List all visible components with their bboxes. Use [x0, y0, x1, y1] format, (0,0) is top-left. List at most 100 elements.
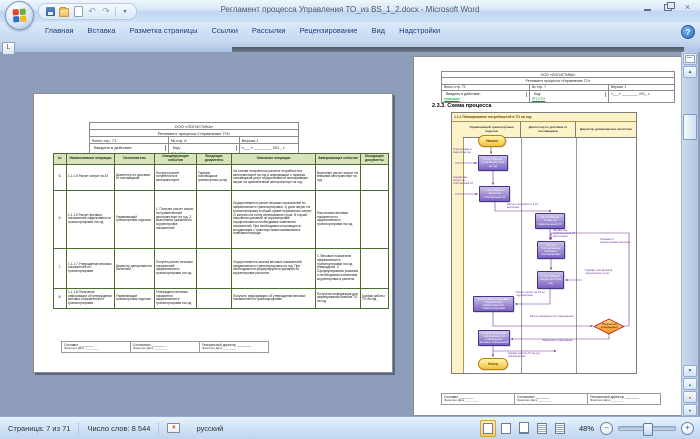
table-cell: Осуществляется расчет весовых показателе… [232, 190, 316, 248]
table-cell: Утверждены весовые показатели эффективно… [155, 288, 197, 308]
table-cell: На основе полученного расчета потребност… [232, 164, 316, 190]
tab-stop-selector[interactable]: L [2, 42, 15, 55]
zoom-level-label[interactable]: 48% [570, 424, 598, 433]
table-cell: Выполнен расчет затрат на внешний автотр… [316, 164, 361, 190]
ruler-icon [685, 55, 695, 63]
header-effective: Введено в действие: приказом [442, 91, 530, 102]
next-page-button[interactable]: ▼ [683, 404, 697, 416]
edge-label: Указания о корректировке расчетов [600, 239, 632, 245]
view-outline-button[interactable] [534, 420, 550, 437]
minimize-button[interactable] [641, 3, 654, 12]
table-cell: Рассчитаны весовые показатели по эффекти… [316, 190, 361, 248]
process-flowchart: 1.1.1 Планирование потребностей в ТО на … [451, 112, 637, 374]
view-web-layout-button[interactable] [516, 420, 532, 437]
undo-button[interactable]: ↶ [87, 7, 97, 17]
tab-review[interactable]: Рецензирование [293, 23, 365, 39]
view-fullscreen-reading-button[interactable] [498, 420, 514, 437]
flow-node-op1: 1.1.1.1 Расчет потребности в АТ на год [478, 155, 508, 171]
restore-button[interactable] [661, 3, 674, 12]
table-cell: Получен расчет потребности в автотранспо… [155, 164, 197, 190]
restore-icon [664, 4, 672, 11]
view-print-layout-button[interactable] [480, 420, 496, 437]
table-column-header: № [54, 154, 67, 165]
table-cell: 1.1.1.7 Утверждение весовых показателей … [67, 248, 115, 288]
table-column-header: Наименование операции [67, 154, 115, 165]
office-button[interactable] [5, 1, 34, 30]
header-total-pages: Всего стр. 71 [90, 137, 169, 143]
table-cell: Тарифы поставщиков транспортных услуг [197, 164, 232, 190]
signature-cell: Составил ________Фамилия Дата ________ [61, 341, 131, 353]
doc-title: Регламент процесса «Управление ТО» [90, 130, 298, 137]
status-bar: Страница: 7 из 71 Число слов: 8 544 × ру… [0, 416, 700, 439]
header-page-no: № стр. 7 [530, 85, 609, 90]
edge-label: Нормативы затрат на собственный АТ [453, 177, 476, 186]
ribbon-tab-row: Главная Вставка Разметка страницы Ссылки… [0, 22, 700, 40]
proofing-status[interactable]: × [159, 423, 188, 433]
tab-home[interactable]: Главная [38, 23, 81, 39]
zoom-out-button[interactable]: – [600, 422, 613, 435]
new-document-button[interactable] [73, 7, 83, 17]
open-folder-icon [59, 8, 69, 17]
signature-block: Составил ________Фамилия Дата ________Со… [61, 341, 269, 353]
close-button[interactable]: × [681, 3, 694, 12]
zoom-slider-thumb[interactable] [643, 423, 653, 436]
outline-icon [537, 423, 547, 434]
signature-block: Составил ________Фамилия Дата ________Со… [441, 393, 661, 405]
scrollbar-thumb[interactable] [683, 114, 697, 140]
ruler-toggle-button[interactable] [683, 53, 697, 65]
document-page-6[interactable]: ООО «ЛОГИСТИКА» Регламент процесса «Упра… [33, 93, 393, 373]
scroll-up-button[interactable]: ▲ [683, 66, 697, 78]
table-column-header: Исполнитель [115, 154, 155, 165]
print-layout-icon [483, 423, 493, 434]
language-status[interactable]: русский [188, 424, 231, 433]
window-controls: × [641, 3, 694, 12]
qat-dropdown-button[interactable]: ▾ [120, 7, 130, 17]
tab-references[interactable]: Ссылки [204, 23, 244, 39]
save-button[interactable] [45, 7, 55, 17]
table-cell: Осуществляется анализ весовых показателе… [232, 248, 316, 288]
table-row: 6.1.1.1.6 Расчет весовых показателей эфф… [54, 190, 389, 248]
help-button[interactable]: ? [681, 25, 695, 39]
table-column-header: Завершающее событие [316, 154, 361, 165]
signature-cell: Генеральный директор ________Фамилия Дат… [199, 341, 269, 353]
view-draft-button[interactable] [552, 420, 568, 437]
open-button[interactable] [59, 7, 69, 17]
word-count-status[interactable]: Число слов: 8 544 [79, 424, 158, 433]
header-date: «___» ________ 201_ г. [609, 91, 674, 102]
edge-label: Расчет направлен на утверждение [530, 316, 580, 319]
flow-node-start: Начало [478, 135, 506, 147]
table-cell: Управляющий транспортным отделом [115, 190, 155, 248]
operations-table: №Наименование операцииИсполнительИнициир… [53, 153, 389, 309]
office-logo-icon [13, 9, 27, 23]
scroll-down-button[interactable]: ▼ [683, 365, 697, 377]
new-document-icon [74, 6, 83, 17]
table-cell: График работы ТО на год [361, 288, 389, 308]
edge-label: Показатели утверждены [542, 340, 586, 343]
tab-view[interactable]: Вид [364, 23, 392, 39]
table-cell: Получить информацию об утверждении весов… [232, 288, 316, 308]
document-area: ООО «ЛОГИСТИКА» Регламент процесса «Упра… [0, 52, 700, 417]
table-column-header: Исходящие документы [361, 154, 389, 165]
tab-mailings[interactable]: Рассылки [245, 23, 293, 39]
table-cell [361, 164, 389, 190]
page-number-status[interactable]: Страница: 7 из 71 [0, 424, 78, 433]
signature-cell: Согласовал ________Фамилия Дата ________ [130, 341, 200, 353]
flow-node-op8: 1.1.1.8 Получение информации об утвержде… [478, 330, 510, 346]
operations-table-wrap: №Наименование операцииИсполнительИнициир… [53, 153, 388, 309]
document-page-7[interactable]: ООО «ЛОГИСТИКА» Регламент процесса «Упра… [413, 56, 695, 416]
table-cell: Получена информация для формирования баз… [316, 288, 361, 308]
select-browse-object-button[interactable]: ● [683, 391, 697, 403]
vertical-scrollbar[interactable]: ▲ ▼ ▲ ● ▼ [681, 52, 698, 417]
tab-page-layout[interactable]: Разметка страницы [122, 23, 204, 39]
zoom-in-button[interactable]: + [681, 422, 694, 435]
tab-addins[interactable]: Надстройки [392, 23, 447, 39]
web-layout-icon [519, 422, 529, 434]
redo-button[interactable]: ↷ [101, 7, 111, 17]
previous-page-button[interactable]: ▲ [683, 378, 697, 390]
table-cell: 1.1.1.6 Расчет весовых показателей эффек… [67, 190, 115, 248]
zoom-slider-track[interactable] [618, 426, 676, 431]
table-cell: 6. [54, 190, 67, 248]
tab-insert[interactable]: Вставка [81, 23, 123, 39]
spellcheck-icon: × [167, 423, 180, 433]
decision-label: Показатели утверждены? [596, 320, 623, 333]
